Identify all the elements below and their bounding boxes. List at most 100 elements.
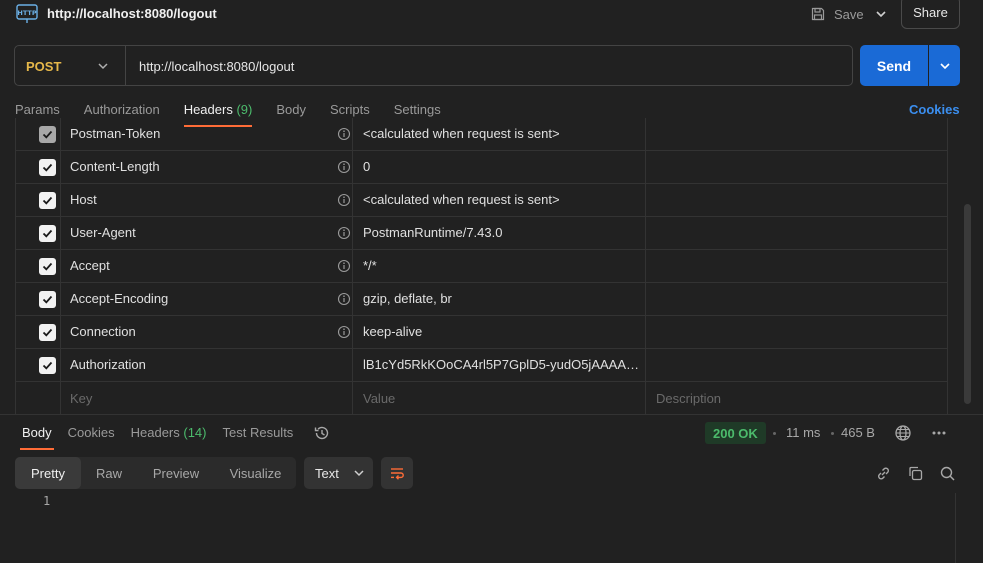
description-cell[interactable]: [646, 349, 948, 381]
header-key: Host: [70, 192, 97, 207]
info-icon[interactable]: [337, 226, 351, 240]
view-visualize-button[interactable]: Visualize: [215, 457, 296, 489]
save-button[interactable]: Save: [810, 2, 864, 26]
info-icon[interactable]: [337, 160, 351, 174]
save-icon: [811, 7, 825, 21]
table-row[interactable]: Accept */*: [15, 250, 948, 283]
description-placeholder: Description: [656, 390, 722, 406]
description-cell[interactable]: [646, 217, 948, 249]
response-time[interactable]: 11 ms: [786, 425, 820, 440]
key-cell[interactable]: Accept-Encoding: [61, 283, 353, 315]
key-cell[interactable]: Connection: [61, 316, 353, 348]
key-cell[interactable]: Content-Length: [61, 151, 353, 183]
table-row[interactable]: Authorization lB1cYd5RkKOoCA4rl5P7GplD5-y…: [15, 349, 948, 382]
info-icon[interactable]: [337, 193, 351, 207]
key-cell[interactable]: Postman-Token: [61, 118, 353, 150]
wrap-lines-button[interactable]: [381, 457, 413, 489]
info-icon[interactable]: [337, 127, 351, 141]
key-cell[interactable]: Authorization: [61, 349, 353, 381]
url-input[interactable]: http://localhost:8080/logout: [139, 59, 294, 74]
row-checkbox[interactable]: [39, 324, 56, 341]
description-cell[interactable]: [646, 151, 948, 183]
new-header-row[interactable]: Key Value Description: [15, 382, 948, 415]
description-cell[interactable]: [646, 118, 948, 150]
table-row[interactable]: User-Agent PostmanRuntime/7.43.0: [15, 217, 948, 250]
row-checkbox[interactable]: [39, 357, 56, 374]
table-row[interactable]: Connection keep-alive: [15, 316, 948, 349]
scrollbar[interactable]: [964, 204, 971, 404]
view-mode-group: Pretty Raw Preview Visualize: [15, 457, 296, 489]
view-preview-button[interactable]: Preview: [137, 457, 215, 489]
row-checkbox[interactable]: [39, 291, 56, 308]
history-icon[interactable]: [313, 424, 331, 442]
chevron-down-icon[interactable]: [873, 6, 889, 22]
info-icon[interactable]: [337, 292, 351, 306]
value-input[interactable]: Value: [353, 382, 646, 415]
row-check-cell: [15, 382, 61, 415]
value-cell[interactable]: gzip, deflate, br: [353, 283, 646, 315]
cookies-link[interactable]: Cookies: [909, 102, 960, 117]
row-checkbox[interactable]: [39, 258, 56, 275]
tab-response-cookies[interactable]: Cookies: [68, 425, 115, 449]
row-check-cell: [15, 151, 61, 183]
key-input[interactable]: Key: [61, 382, 353, 415]
copy-icon[interactable]: [907, 465, 924, 482]
row-check-cell: [15, 118, 61, 150]
editor-scroll-area[interactable]: [955, 493, 967, 563]
value-cell[interactable]: 0: [353, 151, 646, 183]
response-size[interactable]: 465 B: [841, 425, 875, 440]
value-placeholder: Value: [363, 390, 396, 406]
tab-test-results[interactable]: Test Results: [223, 425, 294, 449]
description-cell[interactable]: [646, 184, 948, 216]
value-cell[interactable]: */*: [353, 250, 646, 282]
row-checkbox[interactable]: [39, 159, 56, 176]
response-headers-count: (14): [183, 425, 207, 440]
table-row[interactable]: Content-Length 0: [15, 151, 948, 184]
status-badge[interactable]: 200 OK: [705, 422, 766, 444]
send-options-button[interactable]: [929, 45, 960, 86]
send-button[interactable]: Send: [860, 45, 928, 86]
description-input[interactable]: Description: [646, 382, 948, 415]
value-cell[interactable]: lB1cYd5RkKOoCA4rl5P7GplD5-yudO5jAAAAAQ..…: [353, 349, 646, 381]
header-value: lB1cYd5RkKOoCA4rl5P7GplD5-yudO5jAAAAAQ..…: [363, 357, 643, 372]
table-row[interactable]: Accept-Encoding gzip, deflate, br: [15, 283, 948, 316]
table-row[interactable]: Host <calculated when request is sent>: [15, 184, 948, 217]
tab-response-headers[interactable]: Headers (14): [131, 425, 207, 449]
row-checkbox[interactable]: [39, 192, 56, 209]
chevron-down-icon[interactable]: [96, 59, 110, 73]
format-select[interactable]: Text: [304, 457, 373, 489]
row-checkbox[interactable]: [39, 225, 56, 242]
separator-dot: [831, 432, 834, 435]
key-cell[interactable]: User-Agent: [61, 217, 353, 249]
link-icon[interactable]: [875, 465, 892, 482]
key-cell[interactable]: Host: [61, 184, 353, 216]
method-select[interactable]: POST: [26, 59, 61, 74]
header-key: Authorization: [70, 357, 146, 372]
header-value: gzip, deflate, br: [363, 291, 452, 306]
description-cell[interactable]: [646, 316, 948, 348]
value-cell[interactable]: <calculated when request is sent>: [353, 118, 646, 150]
globe-icon[interactable]: [894, 424, 912, 442]
key-cell[interactable]: Accept: [61, 250, 353, 282]
description-cell[interactable]: [646, 283, 948, 315]
info-icon[interactable]: [337, 325, 351, 339]
more-options-icon[interactable]: [931, 425, 947, 441]
view-raw-button[interactable]: Raw: [81, 457, 137, 489]
value-cell[interactable]: PostmanRuntime/7.43.0: [353, 217, 646, 249]
tab-response-body[interactable]: Body: [20, 425, 54, 450]
value-cell[interactable]: <calculated when request is sent>: [353, 184, 646, 216]
row-checkbox[interactable]: [39, 126, 56, 143]
search-icon[interactable]: [939, 465, 956, 482]
view-pretty-button[interactable]: Pretty: [15, 457, 81, 489]
value-cell[interactable]: keep-alive: [353, 316, 646, 348]
info-icon[interactable]: [337, 259, 351, 273]
chevron-down-icon: [354, 470, 364, 477]
row-check-cell: [15, 283, 61, 315]
share-button[interactable]: Share: [901, 0, 960, 29]
request-title[interactable]: http://localhost:8080/logout: [47, 6, 217, 21]
description-cell[interactable]: [646, 250, 948, 282]
table-row[interactable]: Postman-Token <calculated when request is…: [15, 118, 948, 151]
line-number: 1: [43, 494, 51, 508]
header-key: Content-Length: [70, 159, 160, 174]
separator-dot: [773, 432, 776, 435]
